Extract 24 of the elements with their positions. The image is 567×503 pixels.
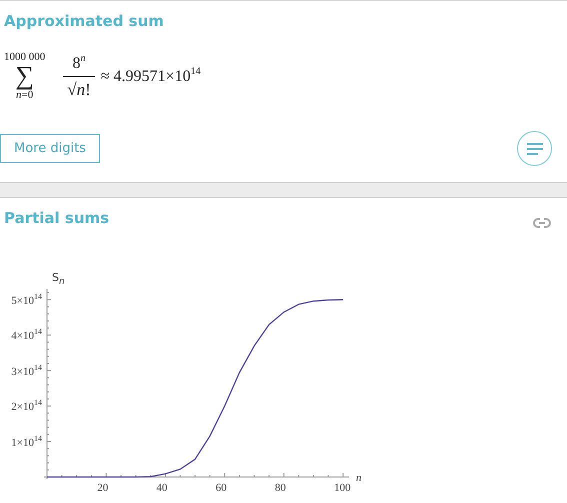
x-tick-label: 100 [334,482,351,494]
y-tick-label: 3×10$^{14}$ [11,362,42,378]
lower-limit: n=0 [16,89,34,101]
x-axis-label: n [356,472,362,484]
x-tick-label: 40 [156,482,168,494]
menu-icon [526,142,542,154]
y-tick-label: 5×10$^{14}$ [11,290,42,307]
more-digits-button[interactable]: More digits [0,134,100,163]
numerator: 8$^{n}$ [72,52,86,74]
x-tick-label: 80 [274,482,286,494]
y-tick-label: 4×10$^{14}$ [11,326,42,342]
y-tick-label: 2×10$^{14}$ [11,397,42,414]
link-icon[interactable] [533,218,551,228]
summation-sign: ∑ [15,63,34,89]
y-tick-label: 1×10$^{14}$ [11,432,42,449]
x-tick-label: 20 [97,482,108,494]
y-axis-label: S$_{n}$ [52,272,65,288]
section-title: Approximated sum [3,11,165,31]
menu-button[interactable] [517,131,552,166]
denominator: √n! [63,76,95,100]
x-tick-label: 60 [216,482,227,494]
result-value: ≈ 4.99571×10$^{14}$ [100,66,201,86]
section-title: Partial sums [3,208,110,228]
upper-limit: 1000 000 [4,51,46,63]
